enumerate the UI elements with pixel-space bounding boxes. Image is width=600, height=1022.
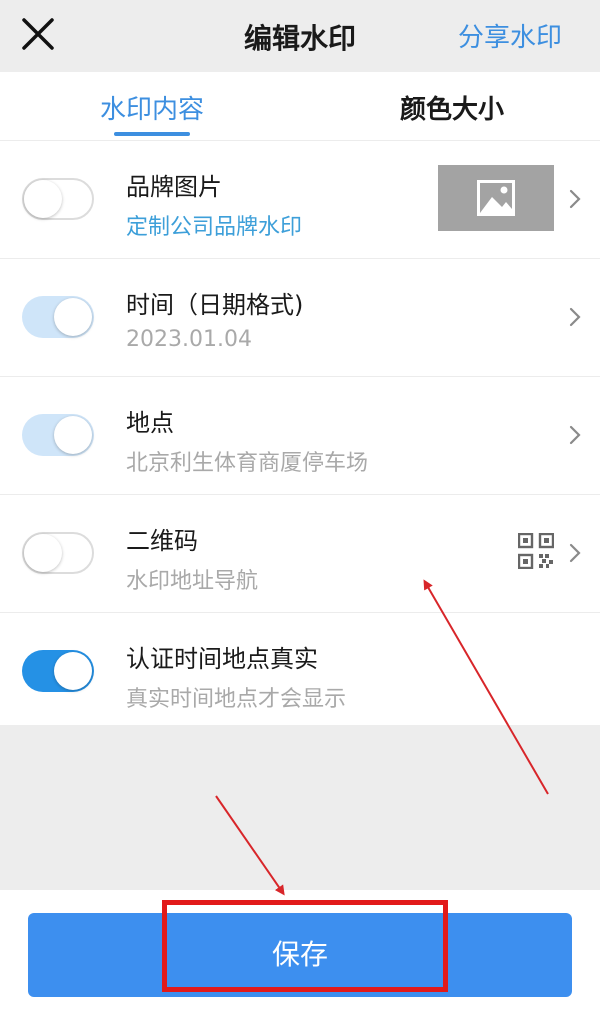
toggle-knob [54, 652, 92, 690]
option-row-qr-code[interactable]: 二维码 水印地址导航 [0, 495, 600, 613]
option-row-location[interactable]: 地点 北京利生体育商厦停车场 [0, 377, 600, 495]
chevron-right-icon [569, 307, 581, 327]
share-watermark-link[interactable]: 分享水印 [458, 17, 562, 54]
option-row-verified-time-location[interactable]: 认证时间地点真实 真实时间地点才会显示 [0, 613, 600, 729]
save-button[interactable]: 保存 [28, 913, 572, 997]
option-title: 时间（日期格式) [126, 291, 304, 319]
option-title: 认证时间地点真实 [126, 645, 318, 673]
option-title: 地点 [126, 409, 174, 437]
qr-code-icon [518, 533, 554, 569]
toggle-knob [24, 180, 62, 218]
toggle-knob [54, 298, 92, 336]
location-toggle[interactable] [22, 414, 94, 456]
option-subtitle[interactable]: 定制公司品牌水印 [126, 209, 302, 241]
bottom-bar: 保存 [0, 890, 600, 1022]
active-tab-indicator [114, 132, 191, 136]
chevron-right-icon [569, 189, 581, 209]
tab-label: 颜色大小 [400, 95, 505, 125]
option-title: 品牌图片 [126, 173, 222, 201]
brand-image-thumbnail[interactable] [438, 165, 554, 231]
tab-bar: 水印内容 颜色大小 [0, 72, 600, 141]
option-title: 二维码 [126, 527, 198, 555]
image-icon [477, 180, 515, 216]
tab-label: 水印内容 [100, 95, 205, 125]
close-icon[interactable] [20, 16, 56, 52]
chevron-right-icon [569, 425, 581, 445]
option-row-time[interactable]: 时间（日期格式) 2023.01.04 [0, 259, 600, 377]
option-subtitle: 2023.01.04 [126, 327, 252, 352]
time-toggle[interactable] [22, 296, 94, 338]
empty-gray-area [0, 725, 600, 890]
option-subtitle: 真实时间地点才会显示 [126, 687, 347, 712]
tab-watermark-content[interactable]: 水印内容 [100, 89, 205, 136]
option-subtitle: 水印地址导航 [126, 569, 259, 594]
tab-color-size[interactable]: 颜色大小 [400, 89, 504, 126]
toggle-knob [24, 534, 62, 572]
option-row-brand-image[interactable]: 品牌图片 定制公司品牌水印 [0, 141, 600, 259]
option-subtitle: 北京利生体育商厦停车场 [126, 451, 369, 476]
toggle-knob [54, 416, 92, 454]
brand-image-toggle[interactable] [22, 178, 94, 220]
chevron-right-icon [569, 543, 581, 563]
qr-code-toggle[interactable] [22, 532, 94, 574]
watermark-options-list: 品牌图片 定制公司品牌水印 时间（日期格式) 2023.01.04 地点 北京利… [0, 141, 600, 729]
header-bar: 编辑水印 分享水印 [0, 0, 600, 72]
verified-toggle[interactable] [22, 650, 94, 692]
